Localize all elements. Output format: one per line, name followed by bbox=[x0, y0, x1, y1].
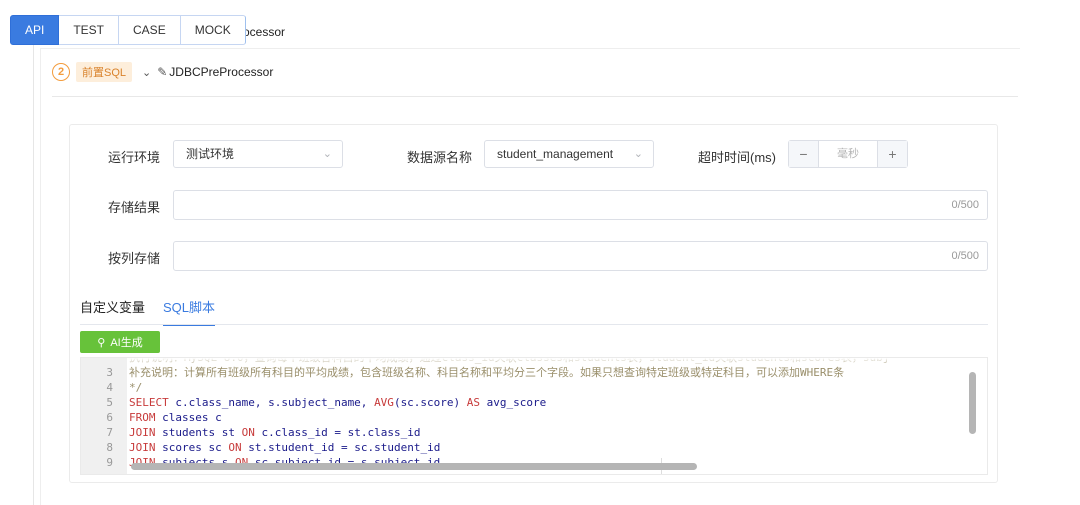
line-number: 4 bbox=[106, 381, 113, 394]
search-icon: ⚲ bbox=[97, 336, 106, 349]
line-number: 8 bbox=[106, 441, 113, 454]
code-area[interactable]: 执行说明：MySQL 8.0，查询每个班级各科目的平均成绩，通过class_id… bbox=[81, 358, 987, 470]
processor-index-badge: 2 bbox=[52, 63, 70, 81]
line-number: 6 bbox=[106, 411, 113, 424]
timeout-increment-button[interactable]: + bbox=[877, 141, 907, 167]
code-line: 3 补充说明：计算所有班级所有科目的平均成绩，包含班级名称、科目名称和平均分三个字… bbox=[81, 365, 987, 380]
timeout-label: 超时时间(ms) bbox=[698, 150, 776, 165]
horizontal-scrollbar[interactable] bbox=[131, 463, 697, 470]
code-text: 补充说明：计算所有班级所有科目的平均成绩，包含班级名称、科目名称和平均分三个字段… bbox=[129, 366, 845, 379]
frame-top-line bbox=[40, 48, 1020, 49]
code-text: */ bbox=[129, 381, 143, 394]
tab-case[interactable]: CASE bbox=[119, 15, 181, 45]
store-column-counter: 0/500 bbox=[951, 250, 979, 262]
processor-header: 2 前置SQL ⌄ ✎ JDBCPreProcessor bbox=[52, 62, 273, 82]
store-column-label: 按列存储 bbox=[108, 251, 161, 266]
tab-underline bbox=[80, 324, 988, 325]
code-line: 8 JOIN scores sc ON st.student_id = sc.st… bbox=[81, 440, 987, 455]
vertical-scrollbar[interactable] bbox=[969, 372, 976, 434]
datasource-select[interactable]: student_management ⌄ bbox=[484, 140, 654, 168]
chevron-down-icon: ⌄ bbox=[322, 148, 332, 160]
line-number: 3 bbox=[106, 366, 113, 379]
store-result-input[interactable]: 0/500 bbox=[173, 190, 988, 220]
code-text: JOIN scores sc ON st.student_id = sc.stu… bbox=[129, 441, 441, 454]
code-line: 6 FROM classes c bbox=[81, 410, 987, 425]
processor-divider bbox=[52, 96, 1018, 97]
code-text: SELECT c.class_name, s.subject_name, AVG… bbox=[129, 396, 547, 409]
store-result-label: 存储结果 bbox=[108, 200, 161, 215]
code-line: 4 */ bbox=[81, 380, 987, 395]
ai-generate-label: AI生成 bbox=[110, 337, 143, 349]
editor-top-fade bbox=[127, 358, 987, 367]
timeout-stepper: − 毫秒 + bbox=[788, 140, 908, 168]
line-number: 7 bbox=[106, 426, 113, 439]
tab-api[interactable]: API bbox=[10, 15, 60, 45]
code-line: 5 SELECT c.class_name, s.subject_name, AV… bbox=[81, 395, 987, 410]
sql-editor[interactable]: 执行说明：MySQL 8.0，查询每个班级各科目的平均成绩，通过class_id… bbox=[80, 357, 988, 475]
script-tab-bar: 自定义变量 SQL脚本 bbox=[80, 297, 216, 326]
processor-type-badge: 前置SQL bbox=[76, 62, 133, 82]
timeout-input[interactable]: 毫秒 bbox=[819, 141, 877, 167]
tab-mock[interactable]: MOCK bbox=[180, 15, 246, 45]
chevron-down-icon: ⌄ bbox=[633, 148, 643, 160]
env-select[interactable]: 测试环境 ⌄ bbox=[173, 140, 343, 168]
ai-generate-button[interactable]: ⚲ AI生成 bbox=[80, 331, 160, 353]
collapse-chevron-icon[interactable]: ⌄ bbox=[142, 66, 151, 79]
datasource-select-value: student_management bbox=[497, 147, 614, 161]
edit-pencil-icon[interactable]: ✎ bbox=[157, 65, 167, 79]
line-number: 9 bbox=[106, 456, 113, 469]
timeout-decrement-button[interactable]: − bbox=[789, 141, 819, 167]
code-text: FROM classes c bbox=[129, 411, 222, 424]
frame-left-line bbox=[33, 40, 34, 505]
datasource-label: 数据源名称 bbox=[407, 150, 473, 165]
code-line: 7 JOIN students st ON c.class_id = st.cla… bbox=[81, 425, 987, 440]
store-result-counter: 0/500 bbox=[951, 199, 979, 211]
top-tab-bar: API TEST CASE MOCK bbox=[10, 15, 246, 45]
tab-test[interactable]: TEST bbox=[59, 15, 120, 45]
tab-custom-variables[interactable]: 自定义变量 bbox=[80, 297, 145, 326]
line-number: 5 bbox=[106, 396, 113, 409]
store-column-input[interactable]: 0/500 bbox=[173, 241, 988, 271]
code-text: JOIN students st ON c.class_id = st.clas… bbox=[129, 426, 421, 439]
env-select-value: 测试环境 bbox=[186, 147, 235, 161]
env-label: 运行环境 bbox=[108, 150, 161, 165]
processor-name[interactable]: JDBCPreProcessor bbox=[169, 65, 273, 79]
tab-sql-script[interactable]: SQL脚本 bbox=[163, 297, 216, 326]
processor-config-card: 运行环境 测试环境 ⌄ 数据源名称 student_management ⌄ 超… bbox=[69, 124, 998, 483]
page-root: API TEST CASE MOCK Processor 2 前置SQL ⌄ ✎… bbox=[0, 0, 1080, 505]
frame-inner-line bbox=[40, 48, 41, 505]
